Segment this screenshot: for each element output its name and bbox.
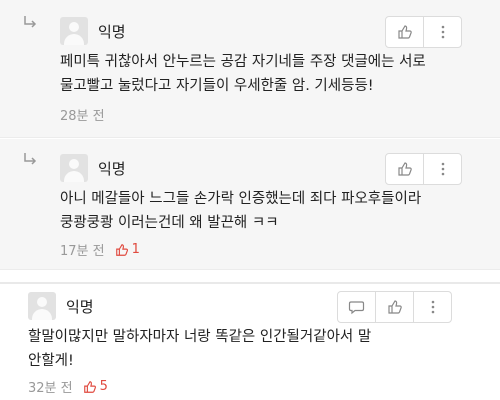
comment-line: 물고빨고 눌렀다고 자기들이 우세한줄 암. 기세등등! <box>60 78 374 94</box>
thumbs-up-icon <box>115 243 128 256</box>
reply-comment: 익명 페미특 귀찮아서 안누르는 공감 자기네들 주장 댓글에는 서로 물고빨고… <box>0 0 500 138</box>
comment-actions <box>385 16 462 48</box>
timestamp: 32분 전 <box>28 381 73 396</box>
author-name: 익명 <box>98 160 126 178</box>
comment-line: 아니 메갈들아 느그들 손가락 인증했는데 죄다 파오후들이라 <box>60 191 422 207</box>
like-button[interactable] <box>376 292 413 322</box>
comment-actions <box>385 153 462 185</box>
comment-meta: 32분 전 5 <box>28 377 108 396</box>
more-options-button[interactable] <box>414 292 451 322</box>
like-count-value: 5 <box>99 379 108 394</box>
comment-meta: 17분 전 1 <box>60 240 140 259</box>
comment-line: 안할게! <box>28 353 74 369</box>
like-count[interactable]: 5 <box>83 379 108 394</box>
avatar <box>60 17 88 45</box>
speech-bubble-icon <box>348 301 365 315</box>
divider <box>0 282 500 284</box>
comment-text: 할말이많지만 말하자마자 너랑 똑같은 인간될거같아서 말 안할게! <box>28 325 371 373</box>
timestamp: 17분 전 <box>60 244 105 259</box>
reply-arrow-icon <box>24 153 37 165</box>
reply-arrow-icon <box>24 16 37 28</box>
like-button[interactable] <box>386 154 423 184</box>
author-name: 익명 <box>66 298 94 316</box>
more-options-button[interactable] <box>424 154 461 184</box>
like-count[interactable]: 1 <box>115 242 140 257</box>
reply-button[interactable] <box>338 292 375 322</box>
more-options-button[interactable] <box>424 17 461 47</box>
like-button[interactable] <box>386 17 423 47</box>
author-name: 익명 <box>98 23 126 41</box>
more-vert-icon <box>441 25 444 39</box>
timestamp: 28분 전 <box>60 109 105 124</box>
comment-line: 페미특 귀찮아서 안누르는 공감 자기네들 주장 댓글에는 서로 <box>60 54 426 70</box>
comment-line: 할말이많지만 말하자마자 너랑 똑같은 인간될거같아서 말 <box>28 329 372 345</box>
thumbs-up-icon <box>83 380 96 393</box>
comment-text: 페미특 귀찮아서 안누르는 공감 자기네들 주장 댓글에는 서로 물고빨고 눌렀… <box>60 50 426 98</box>
comment-meta: 28분 전 <box>60 105 105 124</box>
comment-text: 아니 메갈들아 느그들 손가락 인증했는데 죄다 파오후들이라 쿵쾅쿵쾅 이러는… <box>60 187 421 235</box>
comment-line: 쿵쾅쿵쾅 이러는건데 왜 발끈해 ㅋㅋ <box>60 215 279 231</box>
like-count-value: 1 <box>131 242 140 257</box>
thumbs-up-icon <box>397 162 412 176</box>
avatar <box>28 292 56 320</box>
more-vert-icon <box>441 162 444 176</box>
comment-actions <box>337 291 452 323</box>
thumbs-up-icon <box>387 300 402 314</box>
more-vert-icon <box>431 300 434 314</box>
thumbs-up-icon <box>397 25 412 39</box>
reply-comment: 익명 아니 메갈들아 느그들 손가락 인증했는데 죄다 파오후들이라 쿵쾅쿵쾅 … <box>0 139 500 270</box>
avatar <box>60 154 88 182</box>
